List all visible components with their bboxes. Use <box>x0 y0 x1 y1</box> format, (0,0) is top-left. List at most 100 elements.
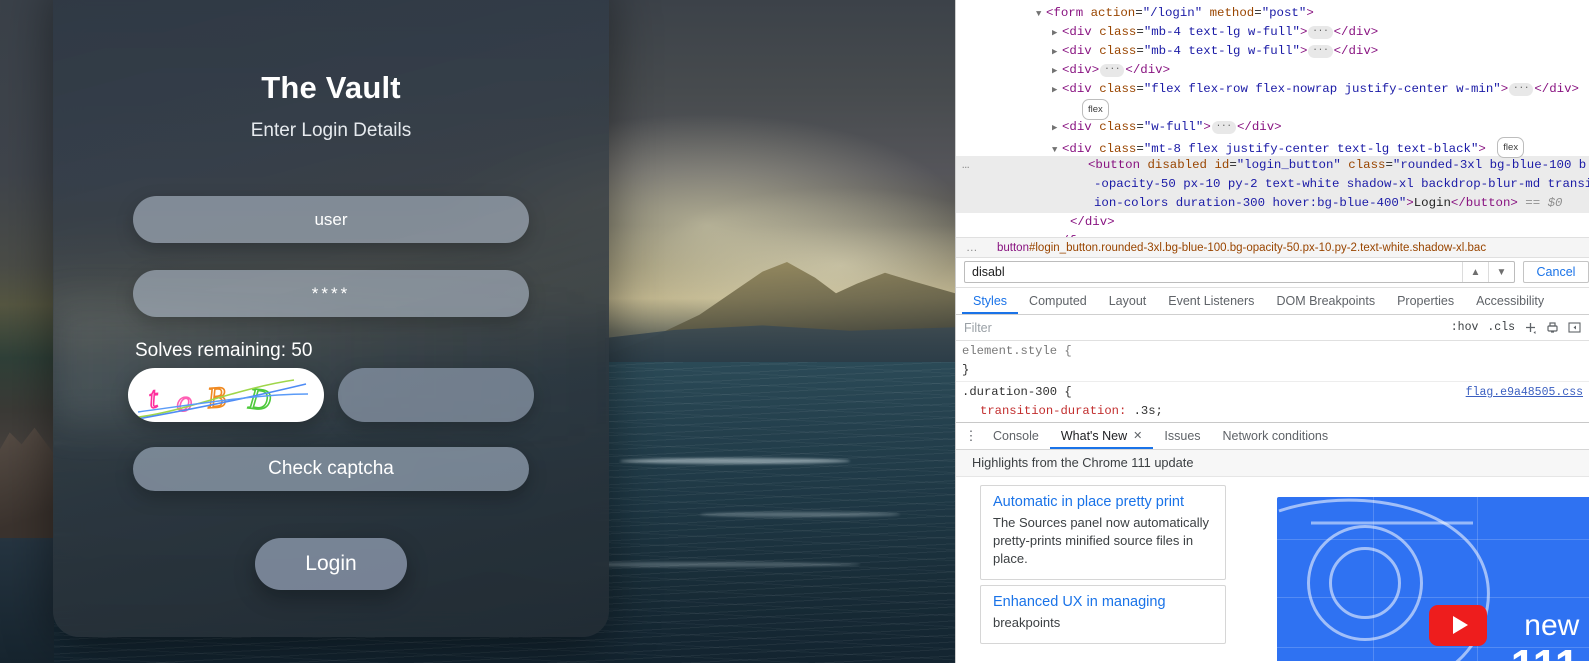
collapsed-children-icon: ··· <box>1308 26 1333 39</box>
hov-toggle[interactable]: :hov <box>1451 321 1479 334</box>
thumbnail-version-label: 111 <box>1511 641 1580 661</box>
tab-layout[interactable]: Layout <box>1098 288 1158 315</box>
css-declaration[interactable]: transition-duration: .3s; <box>962 402 1589 421</box>
drawer-tab-console[interactable]: Console <box>982 423 1050 449</box>
dom-search-bar: disabl ▲ ▼ Cancel <box>956 257 1589 288</box>
dom-node-line[interactable]: ▶ <div class="mb-4 text-lg w-full"> ··· </d… <box>956 42 1589 61</box>
tab-styles[interactable]: Styles <box>962 288 1018 315</box>
web-page-viewport: The Vault Enter Login Details Solves rem… <box>0 0 955 663</box>
close-icon[interactable]: ✕ <box>1133 429 1142 442</box>
devtools-drawer: ⋮ Console What's New ✕ Issues Network condit… <box>956 421 1589 663</box>
captcha-input[interactable] <box>338 368 534 422</box>
drawer-tab-label: Console <box>993 428 1039 443</box>
whats-new-card[interactable]: Enhanced UX in managing breakpoints <box>980 584 1226 644</box>
search-cancel-button[interactable]: Cancel <box>1523 261 1589 284</box>
username-input[interactable] <box>133 196 529 243</box>
dom-tree[interactable]: ▼ <form action="/login" method="post"> ▶ <d… <box>956 0 1589 237</box>
thumbnail-artwork: new 111 <box>1277 496 1589 661</box>
search-input-box[interactable]: disabl ▲ ▼ <box>964 261 1515 284</box>
sidebar-tabs: Styles Computed Layout Event Listeners DOM B… <box>956 287 1589 316</box>
whats-new-card[interactable]: Automatic in place pretty print The Sourc… <box>980 484 1226 580</box>
toggle-sidebar-icon[interactable] <box>1568 321 1581 334</box>
flame-mane-icon <box>263 0 399 20</box>
print-style-icon[interactable] <box>1546 321 1559 334</box>
drawer-tab-issues[interactable]: Issues <box>1153 423 1211 449</box>
collapsed-children-icon: ··· <box>1100 64 1125 77</box>
twisty-closed-icon: ▶ <box>1052 66 1058 76</box>
dom-node-line[interactable]: -opacity-50 px-10 py-2 text-white shadow… <box>956 175 1589 194</box>
dom-node-line[interactable]: … <button disabled id="login_button" clas… <box>956 156 1589 175</box>
drawer-tab-label: What's New <box>1060 428 1128 443</box>
dom-node-line[interactable]: </div> <box>956 213 1589 232</box>
styles-pane[interactable]: element.style {} .duration-300 {flag.e9a4… <box>956 340 1589 422</box>
flex-badge: flex <box>1497 137 1525 158</box>
more-options-icon[interactable]: ⋮ <box>960 429 982 442</box>
tab-accessibility[interactable]: Accessibility <box>1465 288 1555 315</box>
devtools-panel: ▼ <form action="/login" method="post"> ▶ <d… <box>955 0 1589 663</box>
dom-node-line[interactable]: flex <box>956 99 1589 120</box>
captcha-row: t o B D <box>53 368 609 422</box>
twisty-closed-icon: ▶ <box>1052 28 1058 38</box>
flex-badge: flex <box>1082 99 1109 120</box>
dom-node-line[interactable]: ▶ <div class="flex flex-row flex-nowrap j… <box>956 80 1589 99</box>
page-subtitle: Enter Login Details <box>250 120 412 141</box>
whats-new-heading: Highlights from the Chrome 111 update <box>956 449 1589 477</box>
tab-dom-breakpoints[interactable]: DOM Breakpoints <box>1265 288 1386 315</box>
styles-filter-row: Filter :hov .cls <box>956 315 1589 341</box>
collapsed-children-icon: ··· <box>1211 121 1236 134</box>
whats-new-card-title[interactable]: Automatic in place pretty print <box>993 494 1213 510</box>
whats-new-card-list: Automatic in place pretty print The Sourc… <box>956 484 1268 663</box>
whats-new-card-desc: The Sources panel now automatically pret… <box>993 514 1210 566</box>
twisty-closed-icon: ▶ <box>1052 85 1058 95</box>
page-title: The Vault <box>261 70 401 105</box>
tab-properties[interactable]: Properties <box>1386 288 1465 315</box>
dom-node-line[interactable]: ▶ <div> ··· </div> <box>956 61 1589 80</box>
youtube-play-icon <box>1429 604 1488 646</box>
search-next-icon[interactable]: ▼ <box>1488 262 1514 283</box>
twisty-open-icon: ▼ <box>1036 9 1042 19</box>
tab-event-listeners[interactable]: Event Listeners <box>1157 288 1265 315</box>
tab-computed[interactable]: Computed <box>1018 288 1098 315</box>
whats-new-card-title[interactable]: Enhanced UX in managing <box>993 594 1213 610</box>
captcha-image: t o B D <box>128 368 324 422</box>
styles-filter-tools: :hov .cls <box>1451 321 1589 335</box>
login-card: The Vault Enter Login Details Solves rem… <box>53 0 609 637</box>
thumbnail-new-label: new <box>1524 608 1580 642</box>
solves-remaining-label: Solves remaining: 50 <box>135 340 313 361</box>
whats-new-video-thumbnail[interactable]: new 111 <box>1277 484 1589 661</box>
plus-icon[interactable] <box>1524 321 1537 335</box>
rule-source-link[interactable]: flag.e9a48505.css <box>1466 383 1583 402</box>
login-button[interactable]: Login <box>255 538 407 590</box>
drawer-tab-what-s-new[interactable]: What's New ✕ <box>1050 423 1154 449</box>
breadcrumb-classes: #login_button.rounded-3xl.bg-blue-100.bg… <box>1028 241 1487 254</box>
search-input[interactable]: disabl <box>965 265 1462 279</box>
svg-text:o: o <box>175 384 194 419</box>
rule-selector[interactable]: element.style { <box>962 342 1589 361</box>
dom-node-line[interactable]: ▼ <form action="/login" method="post"> <box>956 4 1589 23</box>
drawer-tab-network-conditions[interactable]: Network conditions <box>1212 423 1340 449</box>
drawer-tab-label: Issues <box>1164 428 1201 443</box>
styles-filter-input[interactable]: Filter <box>964 321 1451 335</box>
dom-node-line[interactable]: ion-colors duration-300 hover:bg-blue-40… <box>956 194 1589 213</box>
breadcrumb[interactable]: … button #login_button.rounded-3xl.bg-blu… <box>956 237 1589 258</box>
dom-node-line[interactable]: ▼ <div class="mt-8 flex justify-center te… <box>956 137 1589 158</box>
dom-node-line[interactable]: ▶ <div class="w-full"> ··· </div> <box>956 118 1589 137</box>
collapsed-children-icon: ··· <box>1509 83 1534 96</box>
breadcrumb-tag: button <box>997 241 1029 254</box>
drawer-tabs: ⋮ Console What's New ✕ Issues Network condit… <box>956 422 1589 450</box>
dom-node-line[interactable]: </form> <box>956 232 1589 237</box>
style-rule[interactable]: .duration-300 {flag.e9a48505.css transiti… <box>956 382 1589 422</box>
search-prev-icon[interactable]: ▲ <box>1462 262 1488 283</box>
whats-new-body: Automatic in place pretty print The Sourc… <box>956 476 1589 663</box>
dom-node-line[interactable]: ▶ <div class="mb-4 text-lg w-full"> ··· </d… <box>956 23 1589 42</box>
whats-new-card-desc: breakpoints <box>993 614 1061 630</box>
check-captcha-button[interactable]: Check captcha <box>133 447 529 491</box>
cls-toggle[interactable]: .cls <box>1487 321 1515 334</box>
twisty-closed-icon: ▶ <box>1052 47 1058 57</box>
password-input[interactable] <box>133 270 529 317</box>
rule-close-brace: } <box>962 362 970 377</box>
breadcrumb-overflow-dots[interactable]: … <box>966 242 979 254</box>
style-rule[interactable]: element.style {} <box>956 341 1589 382</box>
drawer-tab-label: Network conditions <box>1222 428 1329 443</box>
collapsed-children-icon: ··· <box>1308 45 1333 58</box>
